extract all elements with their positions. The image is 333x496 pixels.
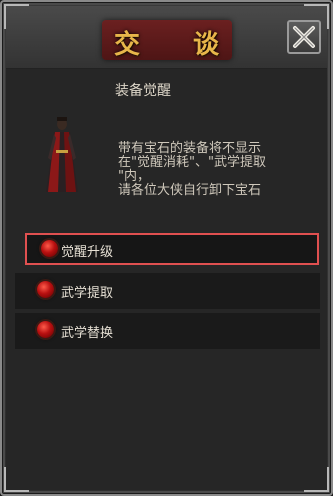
- option-martial-replace[interactable]: 武学替换: [15, 313, 320, 349]
- npc-message: 带有宝石的装备将不显示 在"觉醒消耗"、"武学提取 "内， 请各位大侠自行卸下宝…: [118, 141, 266, 198]
- close-button[interactable]: [287, 20, 321, 54]
- npc-heading: 装备觉醒: [115, 83, 171, 99]
- close-x-icon: [293, 26, 315, 48]
- red-orb-icon: [37, 281, 54, 298]
- dialog-panel: 交 谈 装备觉醒 带有宝石的装备将不显示 在"觉醒消耗"、"武学提取 "内， 请…: [0, 0, 333, 496]
- option-label: 武学替换: [61, 326, 114, 341]
- option-awaken-upgrade[interactable]: 觉醒升级: [25, 233, 319, 265]
- red-orb-icon: [41, 240, 58, 257]
- red-orb-icon: [37, 321, 54, 338]
- npc-portrait: [46, 117, 78, 192]
- option-label: 觉醒升级: [61, 245, 114, 260]
- option-label: 武学提取: [61, 286, 114, 301]
- dialog-title: 交 谈: [113, 30, 242, 60]
- title-bar: 交 谈: [6, 6, 327, 69]
- option-martial-extract[interactable]: 武学提取: [15, 273, 320, 309]
